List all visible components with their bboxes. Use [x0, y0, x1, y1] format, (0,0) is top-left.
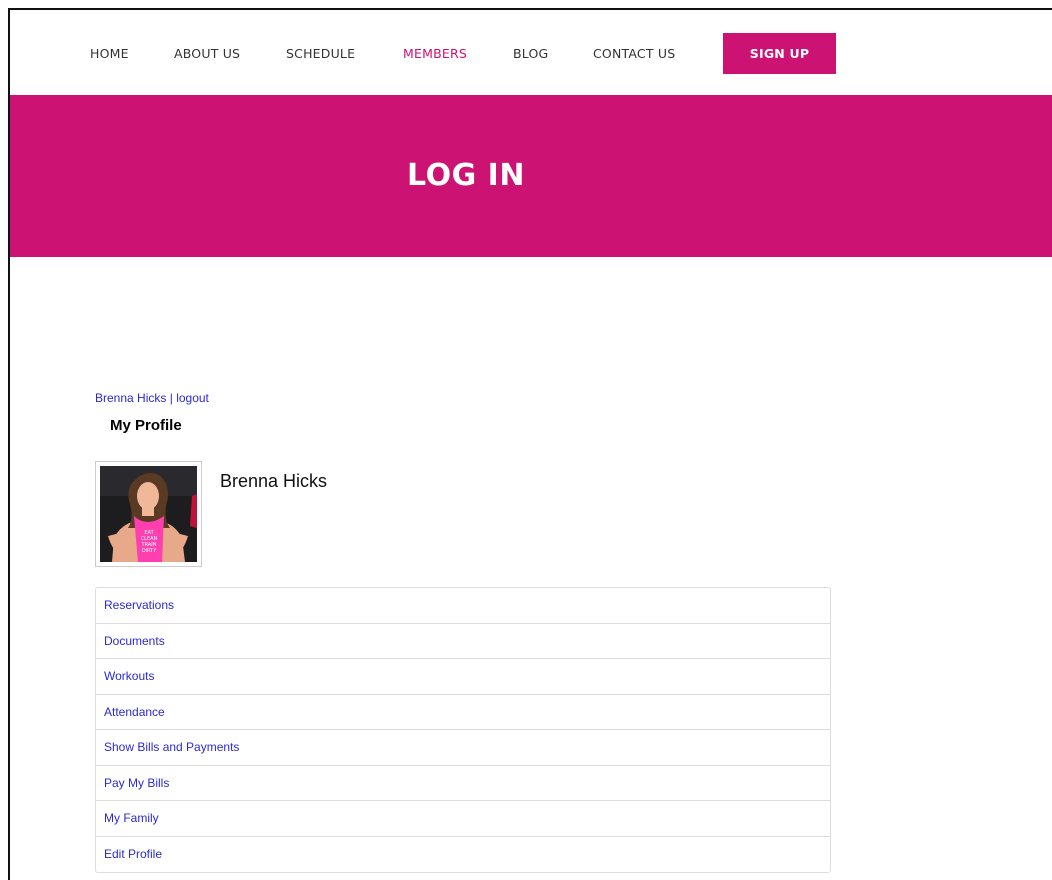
menu-item-show-bills-and-payments[interactable]: Show Bills and Payments: [96, 730, 830, 766]
nav-about-us[interactable]: ABOUT US: [174, 46, 240, 61]
menu-item-pay-my-bills[interactable]: Pay My Bills: [96, 766, 830, 801]
page-header-banner: LOG IN: [10, 95, 1052, 257]
user-name-link[interactable]: Brenna Hicks: [95, 391, 166, 405]
profile-photo: EAT CLEAN TRAIN DIRTY: [100, 466, 197, 562]
logout-link[interactable]: logout: [176, 391, 209, 405]
sign-up-button[interactable]: SIGN UP: [723, 33, 836, 74]
user-bar-separator: |: [169, 391, 173, 405]
menu-item-attendance[interactable]: Attendance: [96, 695, 830, 730]
menu-item-my-family[interactable]: My Family: [96, 801, 830, 837]
menu-item-workouts[interactable]: Workouts: [96, 659, 830, 695]
nav-home[interactable]: HOME: [90, 46, 129, 61]
menu-item-documents[interactable]: Documents: [96, 624, 830, 659]
page-frame: HOME ABOUT US SCHEDULE MEMBERS BLOG CONT…: [8, 8, 1052, 880]
top-navigation: HOME ABOUT US SCHEDULE MEMBERS BLOG CONT…: [10, 10, 1052, 95]
member-menu-list: Reservations Documents Workouts Attendan…: [95, 587, 831, 873]
user-session-bar: Brenna Hicks | logout: [95, 391, 209, 405]
svg-text:DIRTY: DIRTY: [142, 548, 157, 554]
profile-section-title: My Profile: [110, 417, 182, 434]
nav-schedule[interactable]: SCHEDULE: [286, 46, 355, 61]
avatar: EAT CLEAN TRAIN DIRTY: [95, 461, 202, 567]
profile-name: Brenna Hicks: [220, 471, 328, 491]
menu-item-edit-profile[interactable]: Edit Profile: [96, 837, 830, 873]
nav-blog[interactable]: BLOG: [513, 46, 548, 61]
nav-members[interactable]: MEMBERS: [403, 46, 467, 61]
menu-item-reservations[interactable]: Reservations: [96, 588, 830, 624]
page-title: LOG IN: [407, 157, 525, 193]
nav-contact-us[interactable]: CONTACT US: [593, 46, 675, 61]
